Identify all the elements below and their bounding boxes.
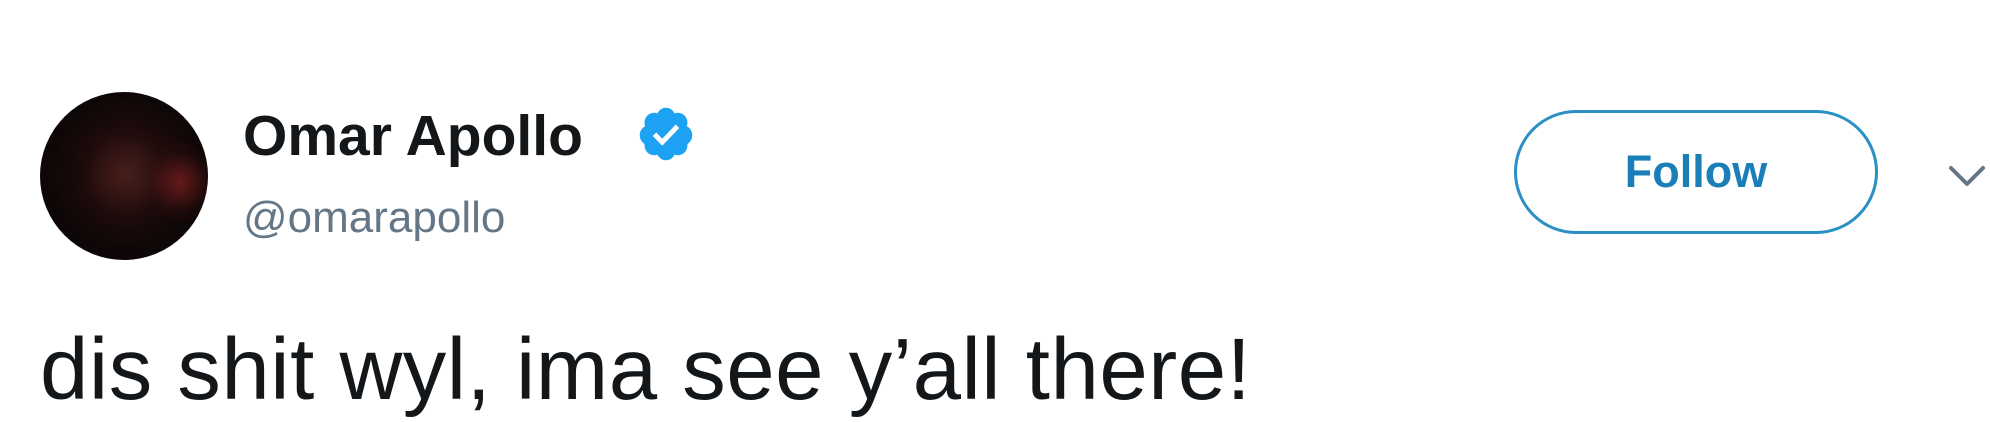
follow-button[interactable]: Follow bbox=[1514, 110, 1878, 234]
avatar[interactable] bbox=[40, 92, 208, 260]
chevron-down-icon[interactable] bbox=[1945, 150, 1990, 200]
tweet-card: Omar Apollo @omarapollo Follow dis shit … bbox=[0, 0, 1990, 422]
author-display-name[interactable]: Omar Apollo bbox=[243, 100, 583, 172]
author-handle[interactable]: @omarapollo bbox=[243, 190, 505, 246]
verified-badge-icon bbox=[639, 107, 693, 161]
tweet-text: dis shit wyl, ima see y’all there! bbox=[40, 321, 1252, 418]
avatar-light bbox=[150, 142, 208, 222]
